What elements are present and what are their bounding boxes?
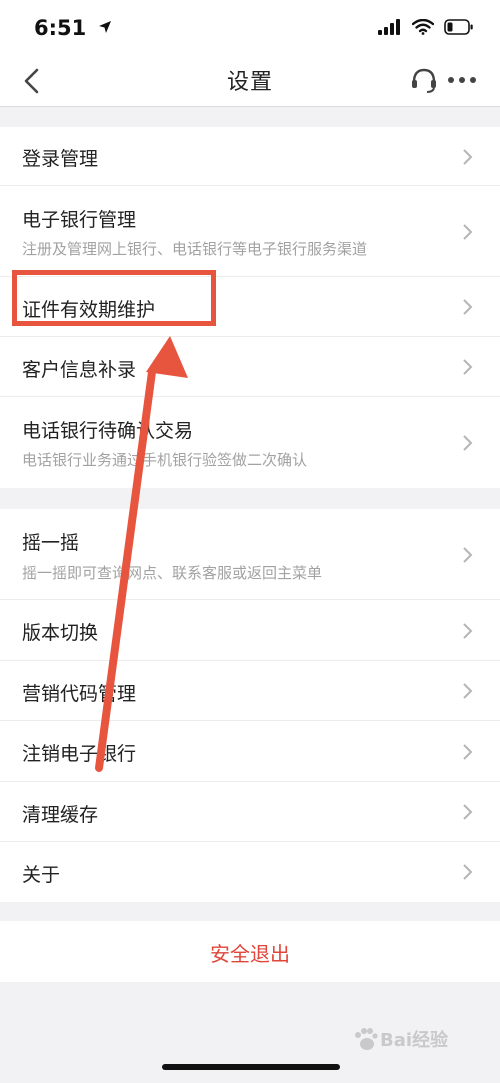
row-customer-info[interactable]: 客户信息补录 <box>0 337 500 397</box>
chevron-right-icon <box>463 864 473 880</box>
status-icons <box>378 19 474 35</box>
row-title: 电子银行管理 <box>22 209 137 231</box>
more-icon[interactable] <box>446 65 478 95</box>
row-shake[interactable]: 摇一摇 摇一摇即可查询网点、联系客服或返回主菜单 <box>0 509 500 600</box>
logout-label: 安全退出 <box>210 942 290 966</box>
row-subtitle: 注册及管理网上银行、电话银行等电子银行服务渠道 <box>22 240 368 258</box>
row-title: 清理缓存 <box>22 804 99 826</box>
row-about[interactable]: 关于 <box>0 842 500 902</box>
chevron-right-icon <box>463 804 473 820</box>
chevron-right-icon <box>463 744 473 760</box>
row-title: 营销代码管理 <box>22 683 137 705</box>
row-title: 摇一摇 <box>22 532 80 554</box>
chevron-right-icon <box>463 224 473 240</box>
row-cancel-ebank[interactable]: 注销电子银行 <box>0 721 500 782</box>
paw-logo-icon <box>355 1028 378 1050</box>
signal-icon <box>378 19 400 35</box>
row-clear-cache[interactable]: 清理缓存 <box>0 782 500 842</box>
watermark-text: Bai经验 <box>380 1030 449 1051</box>
row-ebank-management[interactable]: 电子银行管理 注册及管理网上银行、电话银行等电子银行服务渠道 <box>0 186 500 277</box>
highlight-box <box>12 270 216 326</box>
chevron-right-icon <box>463 547 473 563</box>
row-version-switch[interactable]: 版本切换 <box>0 600 500 661</box>
status-time: 6:51 <box>34 16 112 40</box>
status-bar: 6:51 <box>0 0 500 56</box>
settings-group-general: 摇一摇 摇一摇即可查询网点、联系客服或返回主菜单 版本切换 营销代码管理 注销电… <box>0 509 500 902</box>
row-subtitle: 电话银行业务通过手机银行验签做二次确认 <box>22 451 308 469</box>
chevron-right-icon <box>463 683 473 699</box>
row-marketing-code[interactable]: 营销代码管理 <box>0 661 500 721</box>
row-title: 版本切换 <box>22 622 99 644</box>
row-title: 电话银行待确认交易 <box>22 420 194 442</box>
headset-icon[interactable] <box>409 65 439 95</box>
chevron-right-icon <box>463 359 473 375</box>
home-indicator <box>162 1064 340 1070</box>
location-arrow-icon <box>98 21 111 33</box>
row-title: 注销电子银行 <box>22 743 137 765</box>
nav-bar: 设置 <box>0 56 500 107</box>
row-title: 登录管理 <box>22 148 99 170</box>
row-subtitle: 摇一摇即可查询网点、联系客服或返回主菜单 <box>22 564 323 582</box>
row-login-management[interactable]: 登录管理 <box>0 127 500 186</box>
status-time-text: 6:51 <box>34 16 87 40</box>
row-title: 关于 <box>22 864 61 886</box>
battery-icon <box>444 19 473 35</box>
logout-button[interactable]: 安全退出 <box>0 921 500 982</box>
row-phone-bank-pending[interactable]: 电话银行待确认交易 电话银行业务通过手机银行验签做二次确认 <box>0 397 500 488</box>
chevron-right-icon <box>463 623 473 639</box>
chevron-right-icon <box>463 435 473 451</box>
wifi-icon <box>412 19 434 35</box>
baidu-watermark: Bai经验 <box>352 1026 448 1052</box>
chevron-right-icon <box>463 299 473 315</box>
row-title: 客户信息补录 <box>22 359 137 381</box>
chevron-right-icon <box>463 149 473 165</box>
